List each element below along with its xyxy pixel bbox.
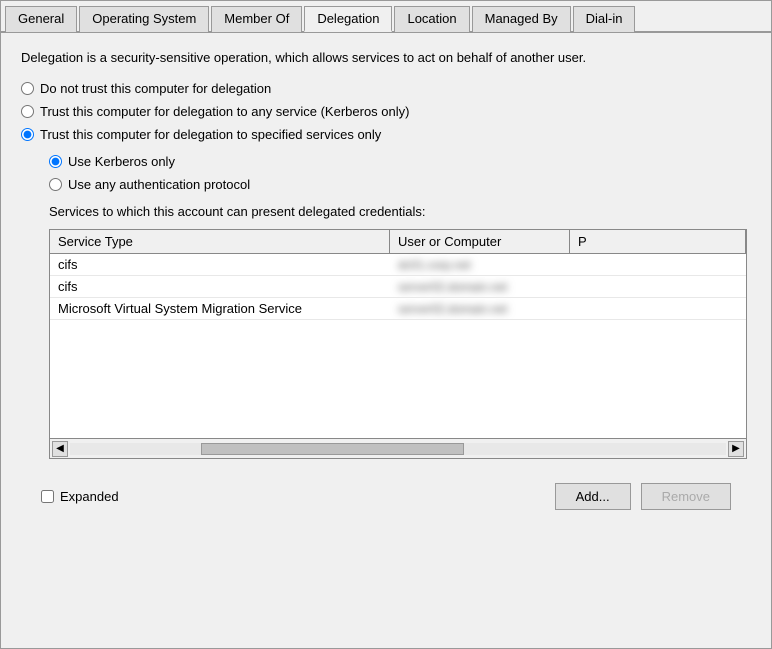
radio-no-trust-label: Do not trust this computer for delegatio…	[40, 81, 271, 96]
header-port: P	[570, 230, 746, 253]
scroll-track[interactable]	[70, 443, 726, 455]
cell-user-computer-1: server02.domain.net	[390, 276, 570, 297]
cell-user-computer-2: server02.domain.net	[390, 298, 570, 319]
bottom-bar: Expanded Add... Remove	[21, 473, 751, 520]
scroll-right-arrow[interactable]: ▶	[728, 441, 744, 457]
expanded-label: Expanded	[60, 489, 119, 504]
sub-delegation-options: Use Kerberos only Use any authentication…	[49, 154, 751, 192]
radio-kerberos-only-label: Use Kerberos only	[68, 154, 175, 169]
services-table: Service Type User or Computer P cifs dc0…	[49, 229, 747, 459]
radio-any-auth[interactable]: Use any authentication protocol	[49, 177, 751, 192]
expanded-checkbox[interactable]	[41, 490, 54, 503]
radio-trust-any-input[interactable]	[21, 105, 34, 118]
tab-delegation[interactable]: Delegation	[304, 6, 392, 32]
radio-no-trust-input[interactable]	[21, 82, 34, 95]
scroll-thumb[interactable]	[201, 443, 463, 455]
radio-no-trust[interactable]: Do not trust this computer for delegatio…	[21, 81, 751, 96]
delegation-options: Do not trust this computer for delegatio…	[21, 81, 751, 142]
cell-service-type-0: cifs	[50, 254, 390, 275]
radio-trust-any-label: Trust this computer for delegation to an…	[40, 104, 409, 119]
radio-kerberos-only-input[interactable]	[49, 155, 62, 168]
remove-button[interactable]: Remove	[641, 483, 731, 510]
radio-trust-specified[interactable]: Trust this computer for delegation to sp…	[21, 127, 751, 142]
cell-user-computer-0: dc01.corp.net	[390, 254, 570, 275]
radio-kerberos-only[interactable]: Use Kerberos only	[49, 154, 751, 169]
table-row[interactable]: cifs dc01.corp.net	[50, 254, 746, 276]
cell-port-1	[570, 276, 746, 297]
blurred-user-0: dc01.corp.net	[398, 258, 471, 272]
tab-bar: General Operating System Member Of Deleg…	[1, 1, 771, 33]
cell-port-2	[570, 298, 746, 319]
cell-port-0	[570, 254, 746, 275]
table-row[interactable]: cifs server02.domain.net	[50, 276, 746, 298]
tab-managed-by[interactable]: Managed By	[472, 6, 571, 32]
services-label: Services to which this account can prese…	[49, 204, 751, 219]
dialog-container: General Operating System Member Of Deleg…	[0, 0, 772, 649]
blurred-user-2: server02.domain.net	[398, 302, 507, 316]
blurred-user-1: server02.domain.net	[398, 280, 507, 294]
radio-trust-specified-label: Trust this computer for delegation to sp…	[40, 127, 381, 142]
scroll-left-arrow[interactable]: ◀	[52, 441, 68, 457]
radio-trust-any[interactable]: Trust this computer for delegation to an…	[21, 104, 751, 119]
cell-service-type-1: cifs	[50, 276, 390, 297]
header-service-type: Service Type	[50, 230, 390, 253]
tab-operating-system[interactable]: Operating System	[79, 6, 209, 32]
header-user-computer: User or Computer	[390, 230, 570, 253]
radio-any-auth-input[interactable]	[49, 178, 62, 191]
delegation-description: Delegation is a security-sensitive opera…	[21, 49, 751, 67]
tab-member-of[interactable]: Member Of	[211, 6, 302, 32]
table-row[interactable]: Microsoft Virtual System Migration Servi…	[50, 298, 746, 320]
horizontal-scrollbar[interactable]: ◀ ▶	[50, 438, 746, 458]
tab-dial-in[interactable]: Dial-in	[573, 6, 636, 32]
add-button[interactable]: Add...	[555, 483, 631, 510]
radio-trust-specified-input[interactable]	[21, 128, 34, 141]
tab-general[interactable]: General	[5, 6, 77, 32]
cell-service-type-2: Microsoft Virtual System Migration Servi…	[50, 298, 390, 319]
radio-any-auth-label: Use any authentication protocol	[68, 177, 250, 192]
tab-location[interactable]: Location	[394, 6, 469, 32]
expanded-checkbox-label[interactable]: Expanded	[41, 489, 119, 504]
tab-content-delegation: Delegation is a security-sensitive opera…	[1, 33, 771, 648]
table-body: cifs dc01.corp.net cifs server02.domain.…	[50, 254, 746, 438]
table-header: Service Type User or Computer P	[50, 230, 746, 254]
